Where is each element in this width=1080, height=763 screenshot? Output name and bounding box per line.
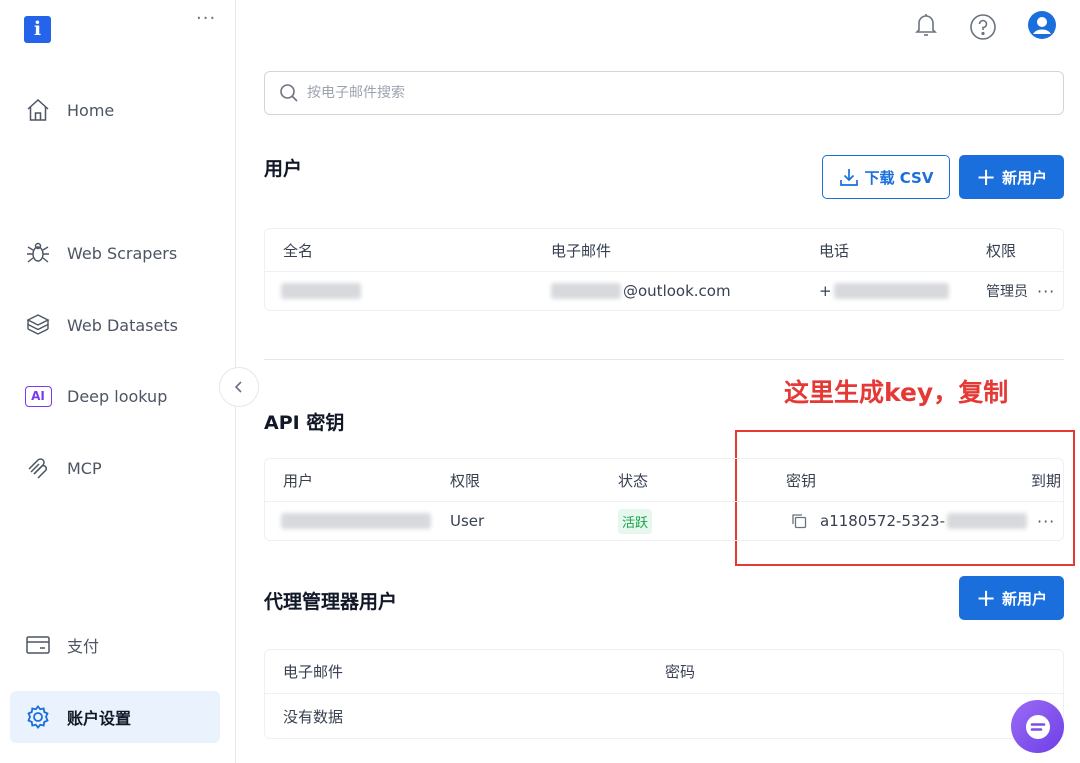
redacted-key: [947, 513, 1027, 529]
bell-icon[interactable]: [911, 10, 941, 40]
sidebar-item-mcp[interactable]: MCP: [10, 442, 220, 494]
api-user-cell: [281, 502, 431, 540]
sidebar-item-label: Web Datasets: [67, 315, 178, 335]
redacted-name: [281, 283, 361, 299]
column-header: 密钥: [786, 471, 817, 490]
search-icon: [280, 84, 298, 102]
users-section-title: 用户: [264, 158, 303, 180]
add-proxy-user-label: 新用户: [1002, 589, 1048, 608]
sidebar-item-label: Web Scrapers: [67, 243, 178, 263]
table-row: 没有数据: [265, 694, 1063, 738]
sidebar: i ··· Home Web Scrapers Web Datasets AI …: [0, 0, 236, 763]
plus-icon: +: [975, 584, 997, 612]
sidebar-item-web-datasets[interactable]: Web Datasets: [10, 299, 220, 351]
annotation-text: 这里生成key，复制: [784, 378, 1009, 407]
users-table: 全名 电子邮件 电话 权限 @outlook.com + 管理员 ···: [264, 228, 1064, 311]
chat-widget-button[interactable]: [1011, 700, 1064, 753]
bug-icon: [24, 239, 52, 267]
section-divider: [264, 359, 1064, 360]
api-status-cell: 活跃: [618, 502, 653, 540]
phone-prefix: +: [819, 282, 832, 300]
sidebar-item-label: Home: [67, 100, 115, 120]
table-header: 全名 电子邮件 电话 权限: [265, 229, 1063, 272]
api-key-cell: a1180572-5323-: [790, 502, 1027, 540]
mcp-icon: [24, 454, 52, 482]
proxy-users-table: 电子邮件 密码 没有数据: [264, 649, 1064, 739]
user-name-cell: [281, 272, 361, 310]
gear-icon: [24, 703, 52, 731]
user-email-cell: @outlook.com: [551, 272, 731, 310]
sidebar-item-home[interactable]: Home: [10, 84, 220, 136]
user-role-cell: 管理员: [986, 284, 1028, 300]
table-row[interactable]: @outlook.com + 管理员 ···: [265, 272, 1063, 310]
column-header: 权限: [986, 241, 1017, 260]
sidebar-item-label: MCP: [67, 458, 102, 478]
add-proxy-user-button[interactable]: + 新用户: [959, 576, 1064, 620]
table-header: 电子邮件 密码: [265, 650, 1063, 694]
app-logo[interactable]: i: [24, 16, 51, 43]
empty-state-text: 没有数据: [283, 707, 344, 726]
proxy-section-title: 代理管理器用户: [264, 591, 398, 613]
search-input[interactable]: [307, 85, 1007, 101]
email-domain: @outlook.com: [623, 282, 731, 300]
row-more-icon[interactable]: ···: [1037, 502, 1055, 540]
column-header: 电子邮件: [283, 663, 344, 681]
column-header: 电话: [819, 241, 850, 260]
api-keys-section-title: API 密钥: [264, 412, 345, 434]
column-header: 到期: [1031, 471, 1062, 490]
add-user-label: 新用户: [1002, 168, 1048, 187]
chevron-left-icon: [234, 381, 242, 393]
api-key-value: a1180572-5323-: [820, 512, 945, 530]
column-header: 状态: [618, 471, 649, 490]
more-icon[interactable]: ···: [196, 8, 216, 29]
sidebar-item-account-settings[interactable]: 账户设置: [10, 691, 220, 743]
row-more-icon[interactable]: ···: [1037, 272, 1055, 310]
user-avatar-icon[interactable]: [1027, 10, 1057, 40]
download-icon: [839, 169, 858, 186]
column-header: 用户: [283, 471, 314, 490]
status-badge: 活跃: [618, 508, 653, 534]
search-box[interactable]: [264, 71, 1064, 115]
user-phone-cell: +: [819, 272, 949, 310]
chat-icon: [1025, 714, 1050, 739]
column-header: 电子邮件: [551, 241, 612, 260]
sidebar-item-label: 支付: [67, 637, 100, 656]
redacted-user: [281, 513, 431, 529]
help-icon[interactable]: [968, 12, 998, 42]
collapse-sidebar-button[interactable]: [219, 367, 259, 407]
sidebar-item-web-scrapers[interactable]: Web Scrapers: [10, 227, 220, 279]
api-keys-table: 用户 权限 状态 密钥 到期 User 活跃 a1180572-5323- ··…: [264, 458, 1064, 541]
sidebar-item-deep-lookup[interactable]: AI Deep lookup: [10, 370, 220, 422]
add-user-button[interactable]: + 新用户: [959, 155, 1064, 199]
plus-icon: +: [975, 163, 997, 191]
ai-icon: AI: [24, 382, 52, 410]
sidebar-item-payment[interactable]: 支付: [10, 619, 220, 671]
home-icon: [24, 96, 52, 124]
card-icon: [24, 631, 52, 659]
sidebar-item-label: 账户设置: [67, 709, 132, 728]
download-csv-button[interactable]: 下载 CSV: [822, 155, 950, 199]
download-csv-label: 下载 CSV: [864, 168, 934, 187]
api-role-cell: User: [450, 512, 485, 530]
sidebar-item-label: Deep lookup: [67, 386, 168, 406]
layers-icon: [24, 311, 52, 339]
column-header: 全名: [283, 241, 314, 260]
table-header: 用户 权限 状态 密钥 到期: [265, 459, 1063, 502]
column-header: 权限: [450, 471, 481, 490]
redacted-email: [551, 283, 621, 299]
table-row[interactable]: User 活跃 a1180572-5323- ···: [265, 502, 1063, 540]
copy-icon[interactable]: [790, 512, 808, 530]
redacted-phone: [833, 283, 949, 299]
column-header: 密码: [665, 663, 696, 681]
